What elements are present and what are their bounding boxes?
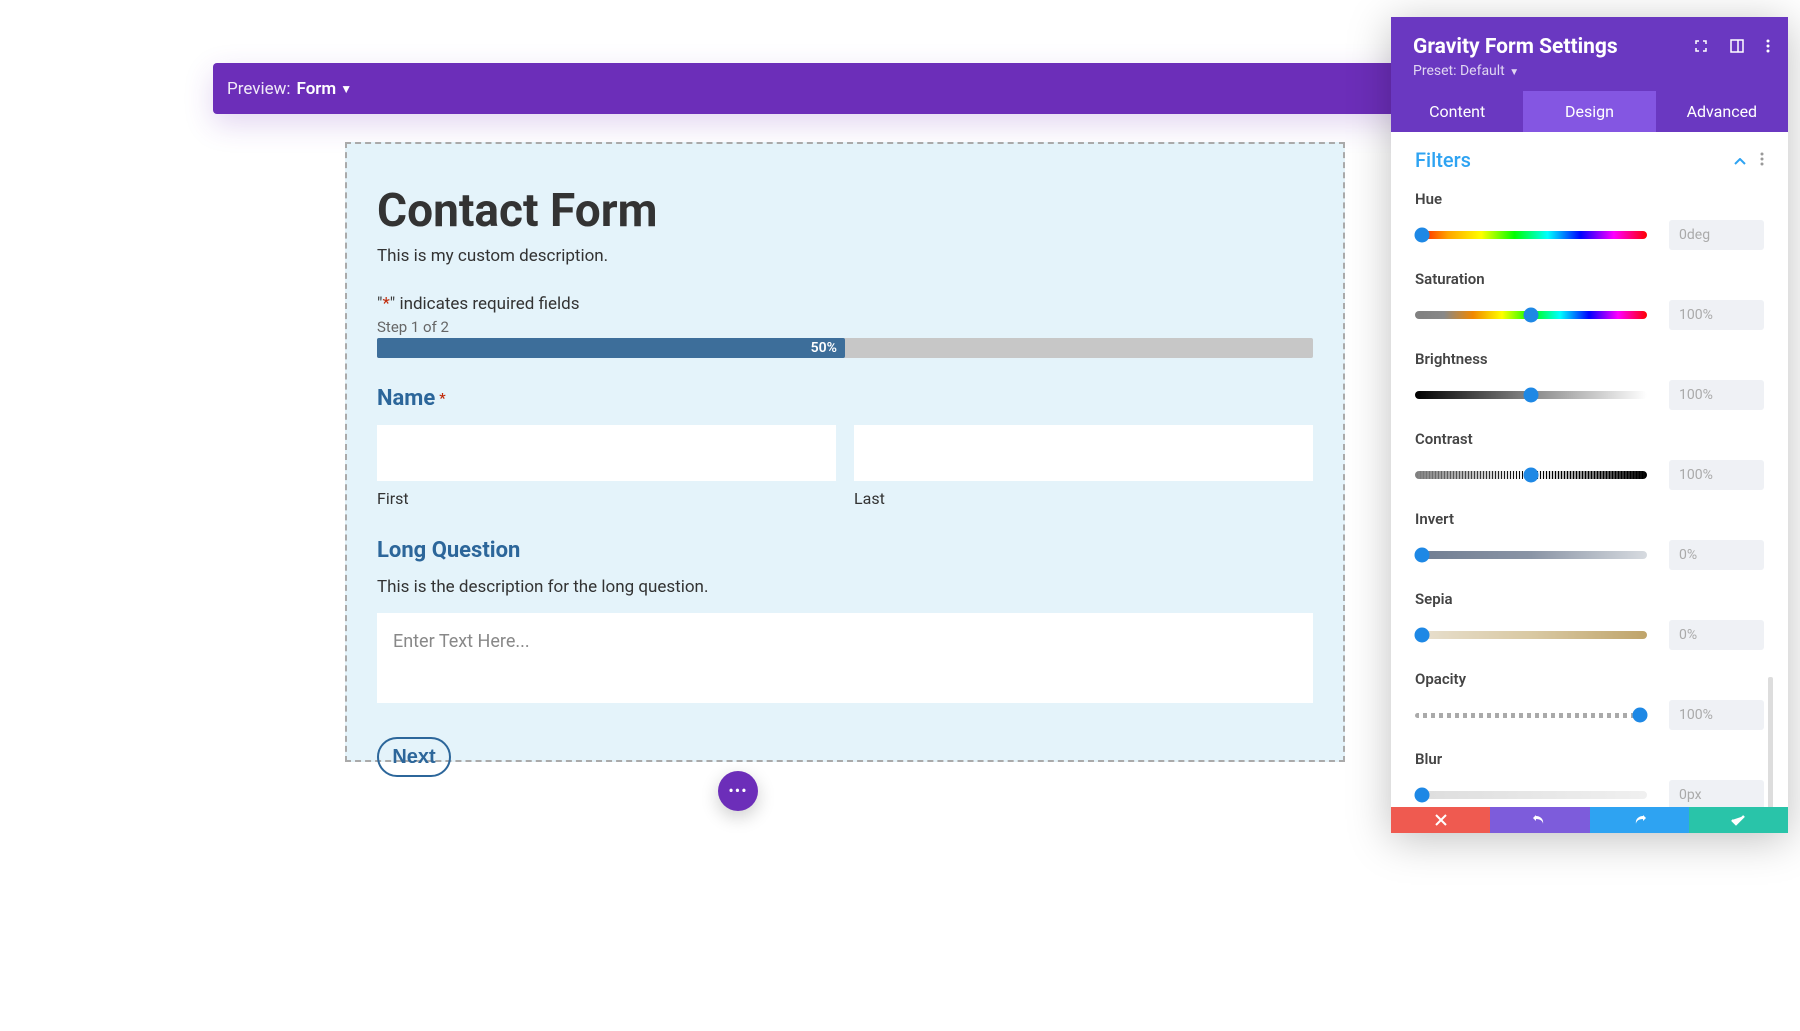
floating-more-button[interactable]: •••	[718, 771, 758, 811]
invert-value-input[interactable]: 0%	[1669, 540, 1764, 570]
panel-layout-icon[interactable]	[1730, 39, 1744, 53]
tab-content[interactable]: Content	[1391, 91, 1523, 132]
last-name-sublabel: Last	[854, 489, 1313, 508]
slider-thumb[interactable]	[1524, 388, 1539, 403]
form-description: This is my custom description.	[377, 246, 1313, 266]
preset-dropdown[interactable]: Preset: Default ▼	[1413, 63, 1766, 79]
blur-label: Blur	[1415, 750, 1764, 768]
dots-icon: •••	[728, 783, 747, 799]
long-question-label: Long Question	[377, 538, 1313, 563]
chevron-down-icon: ▼	[1507, 67, 1519, 78]
next-button[interactable]: Next	[377, 737, 451, 777]
slider-thumb[interactable]	[1524, 468, 1539, 483]
more-vertical-icon[interactable]	[1760, 151, 1764, 170]
slider-thumb[interactable]	[1414, 228, 1429, 243]
first-name-input[interactable]	[377, 425, 836, 481]
saturation-slider[interactable]	[1415, 311, 1647, 319]
save-button[interactable]	[1689, 807, 1788, 833]
opacity-label: Opacity	[1415, 670, 1764, 688]
form-title: Contact Form	[377, 184, 1313, 238]
preview-label: Preview:	[227, 79, 291, 99]
slider-thumb[interactable]	[1524, 308, 1539, 323]
hue-label: Hue	[1415, 190, 1764, 208]
slider-thumb[interactable]	[1414, 788, 1429, 803]
tab-design[interactable]: Design	[1523, 91, 1655, 132]
form-preview: Contact Form This is my custom descripti…	[345, 142, 1345, 762]
contrast-value-input[interactable]: 100%	[1669, 460, 1764, 490]
long-question-textarea[interactable]	[377, 613, 1313, 703]
preview-value-dropdown[interactable]: Form	[297, 79, 337, 99]
brightness-value-input[interactable]: 100%	[1669, 380, 1764, 410]
contrast-label: Contrast	[1415, 430, 1764, 448]
filters-section-title[interactable]: Filters	[1415, 148, 1471, 172]
blur-slider[interactable]	[1415, 791, 1647, 799]
redo-button[interactable]	[1590, 807, 1689, 833]
panel-tabs: Content Design Advanced	[1391, 91, 1788, 132]
required-star-icon: *	[382, 294, 389, 314]
chevron-down-icon[interactable]: ▼	[340, 82, 352, 96]
close-button[interactable]	[1391, 807, 1490, 833]
invert-slider[interactable]	[1415, 551, 1647, 559]
saturation-value-input[interactable]: 100%	[1669, 300, 1764, 330]
blur-value-input[interactable]: 0px	[1669, 780, 1764, 807]
hue-value-input[interactable]: 0deg	[1669, 220, 1764, 250]
step-indicator: Step 1 of 2	[377, 318, 1313, 336]
panel-footer	[1391, 807, 1788, 833]
long-question-description: This is the description for the long que…	[377, 577, 1313, 597]
sepia-slider[interactable]	[1415, 631, 1647, 639]
scrollbar[interactable]	[1768, 677, 1773, 807]
last-name-input[interactable]	[854, 425, 1313, 481]
contrast-slider[interactable]	[1415, 471, 1647, 479]
first-name-sublabel: First	[377, 489, 836, 508]
panel-header: Gravity Form Settings Preset: Default ▼	[1391, 17, 1788, 91]
slider-thumb[interactable]	[1414, 628, 1429, 643]
slider-thumb[interactable]	[1414, 548, 1429, 563]
progress-bar: 50%	[377, 338, 1313, 358]
settings-panel: Gravity Form Settings Preset: Default ▼ …	[1391, 17, 1788, 833]
opacity-value-input[interactable]: 100%	[1669, 700, 1764, 730]
more-vertical-icon[interactable]	[1766, 39, 1770, 53]
preview-bar: Preview: Form ▼	[213, 63, 1481, 114]
chevron-up-icon[interactable]	[1734, 151, 1746, 170]
hue-slider[interactable]	[1415, 231, 1647, 239]
sepia-value-input[interactable]: 0%	[1669, 620, 1764, 650]
saturation-label: Saturation	[1415, 270, 1764, 288]
name-field-label: Name*	[377, 386, 1313, 411]
invert-label: Invert	[1415, 510, 1764, 528]
required-star-icon: *	[439, 391, 445, 407]
brightness-label: Brightness	[1415, 350, 1764, 368]
opacity-slider[interactable]	[1415, 713, 1647, 718]
panel-content: Filters Hue 0deg	[1391, 132, 1788, 807]
tab-advanced[interactable]: Advanced	[1656, 91, 1788, 132]
undo-button[interactable]	[1490, 807, 1589, 833]
fullscreen-icon[interactable]	[1694, 39, 1708, 53]
progress-fill: 50%	[377, 338, 845, 358]
brightness-slider[interactable]	[1415, 391, 1647, 399]
required-fields-hint: "*" indicates required fields	[377, 294, 1313, 314]
sepia-label: Sepia	[1415, 590, 1764, 608]
slider-thumb[interactable]	[1633, 708, 1648, 723]
